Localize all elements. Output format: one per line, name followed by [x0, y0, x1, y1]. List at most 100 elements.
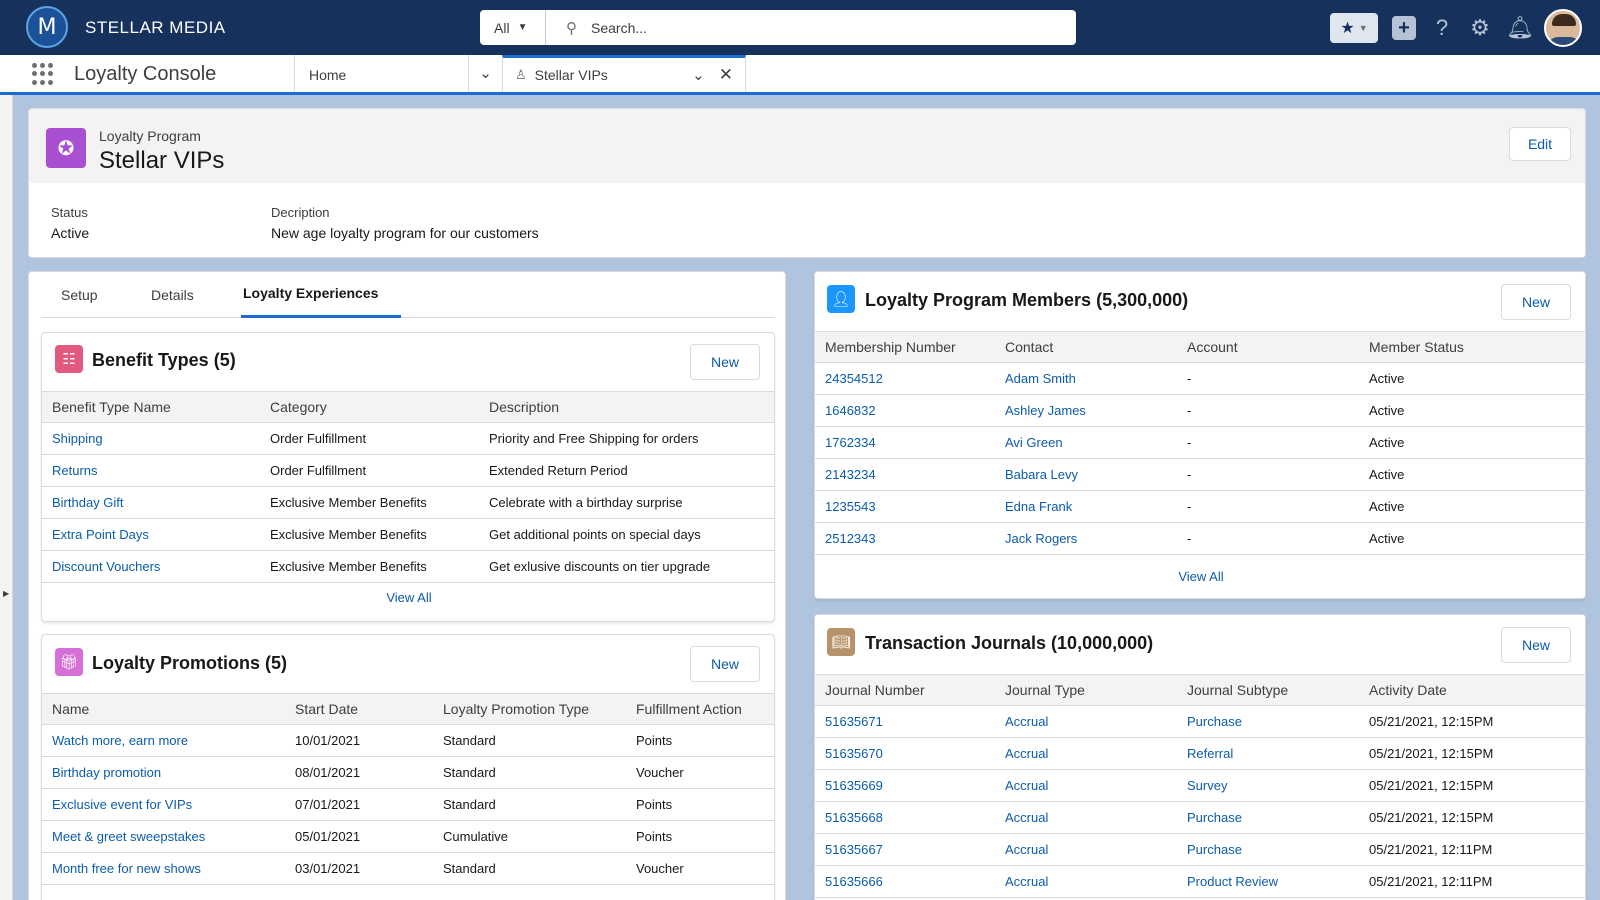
account-cell: - [1177, 426, 1359, 459]
contact-link[interactable]: Adam Smith [995, 362, 1177, 395]
close-icon[interactable]: ✕ [719, 65, 733, 85]
journal-number-link[interactable]: 51635669 [815, 769, 995, 802]
column-header[interactable]: Fulfillment Action [626, 693, 774, 725]
column-header[interactable]: Membership Number [815, 331, 995, 363]
journal-number-link[interactable]: 51635666 [815, 865, 995, 898]
journal-number-link[interactable]: 51635667 [815, 833, 995, 866]
membership-number-link[interactable]: 2143234 [815, 458, 995, 491]
view-all-link[interactable]: View All [42, 590, 774, 605]
contact-link[interactable]: Babara Levy [995, 458, 1177, 491]
stellar-media-logo[interactable]: M [26, 6, 68, 48]
benefit-type-link[interactable]: Birthday Gift [42, 486, 260, 519]
journal-type-link[interactable]: Accrual [995, 769, 1177, 802]
membership-number-link[interactable]: 1235543 [815, 490, 995, 523]
column-header[interactable]: Description [479, 391, 774, 423]
column-header[interactable]: Benefit Type Name [42, 391, 260, 423]
global-header: M STELLAR MEDIA All ▼ ⚲ ★ ▼ + ? ⚙ 🔔︎ [0, 0, 1600, 55]
question-icon[interactable]: ? [1430, 15, 1454, 41]
promotion-link[interactable]: Exclusive event for VIPs [42, 788, 285, 821]
favorites-button[interactable]: ★ ▼ [1330, 13, 1378, 43]
column-header[interactable]: Activity Date [1359, 674, 1585, 706]
membership-number-link[interactable]: 2512343 [815, 522, 995, 555]
console-nav-bar: Loyalty Console Home ⌄ ♙ Stellar VIPs ⌄ … [0, 55, 1600, 95]
member-status-cell: Active [1359, 522, 1585, 555]
promotion-link[interactable]: Birthday promotion [42, 756, 285, 789]
gear-icon[interactable]: ⚙ [1468, 15, 1492, 41]
contact-link[interactable]: Avi Green [995, 426, 1177, 459]
loyalty-program-icon: ✪ [46, 128, 86, 168]
membership-number-link[interactable]: 1762334 [815, 426, 995, 459]
search-input[interactable] [591, 19, 1051, 36]
promotion-link[interactable]: Watch more, earn more [42, 724, 285, 757]
tab-loyalty-experiences[interactable]: Loyalty Experiences [243, 285, 378, 301]
journals-title: Transaction Journals (10,000,000) [865, 633, 1154, 653]
search-scope-dropdown[interactable]: All ▼ [480, 10, 546, 45]
promotion-type-cell: Standard [433, 724, 626, 757]
journal-subtype-link[interactable]: Survey [1177, 769, 1359, 802]
start-date-cell: 05/01/2021 [285, 820, 433, 853]
contact-link[interactable]: Ashley James [995, 394, 1177, 427]
activity-date-cell: 05/21/2021, 12:11PM [1359, 833, 1585, 866]
tab-details[interactable]: Details [151, 287, 194, 303]
tab-setup[interactable]: Setup [61, 287, 98, 303]
promotion-link[interactable]: Meet & greet sweepstakes [42, 820, 285, 853]
new-promotion-button[interactable]: New [690, 646, 760, 682]
membership-number-link[interactable]: 24354512 [815, 362, 995, 395]
loyalty-promotions-card: 🎁︎ Loyalty Promotions (5) New Name Start… [41, 634, 775, 900]
benefit-type-link[interactable]: Extra Point Days [42, 518, 260, 551]
table-row: Exclusive event for VIPs 07/01/2021 Standa… [42, 788, 774, 821]
contact-link[interactable]: Jack Rogers [995, 522, 1177, 555]
members-table: Membership Number Contact Account Member… [815, 331, 1585, 555]
plus-icon[interactable]: + [1392, 16, 1416, 40]
description-cell: Extended Return Period [479, 454, 774, 487]
bell-icon[interactable]: 🔔︎ [1506, 15, 1534, 41]
journal-type-link[interactable]: Accrual [995, 865, 1177, 898]
column-header[interactable]: Member Status [1359, 331, 1585, 363]
account-cell: - [1177, 490, 1359, 523]
journal-number-link[interactable]: 51635671 [815, 705, 995, 738]
search-icon: ⚲ [566, 19, 577, 37]
promotion-link[interactable]: Month free for new shows [42, 852, 285, 885]
chevron-down-icon[interactable]: ⌄ [468, 55, 502, 92]
journal-subtype-link[interactable]: Purchase [1177, 833, 1359, 866]
journal-type-link[interactable]: Accrual [995, 833, 1177, 866]
edit-button[interactable]: Edit [1509, 127, 1571, 161]
category-cell: Exclusive Member Benefits [260, 518, 479, 551]
column-header[interactable]: Account [1177, 331, 1359, 363]
membership-number-link[interactable]: 1646832 [815, 394, 995, 427]
new-member-button[interactable]: New [1501, 284, 1571, 320]
benefit-type-link[interactable]: Discount Vouchers [42, 550, 260, 583]
column-header[interactable]: Name [42, 693, 285, 725]
benefit-type-link[interactable]: Shipping [42, 422, 260, 455]
column-header[interactable]: Journal Type [995, 674, 1177, 706]
benefit-type-link[interactable]: Returns [42, 454, 260, 487]
journal-subtype-link[interactable]: Referral [1177, 737, 1359, 770]
utility-panel-toggle[interactable]: ▶ [0, 95, 13, 900]
new-journal-button[interactable]: New [1501, 627, 1571, 663]
journal-number-link[interactable]: 51635670 [815, 737, 995, 770]
column-header[interactable]: Journal Number [815, 674, 995, 706]
app-launcher-icon[interactable] [32, 63, 54, 85]
view-all-link[interactable]: View All [815, 569, 1585, 584]
journal-number-link[interactable]: 51635668 [815, 801, 995, 834]
start-date-cell: 10/01/2021 [285, 724, 433, 757]
column-header[interactable]: Journal Subtype [1177, 674, 1359, 706]
chevron-down-icon[interactable]: ⌄ [692, 66, 705, 84]
journal-subtype-link[interactable]: Purchase [1177, 801, 1359, 834]
column-header[interactable]: Category [260, 391, 479, 423]
new-benefit-type-button[interactable]: New [690, 344, 760, 380]
loyalty-promotions-title: Loyalty Promotions (5) [92, 653, 288, 673]
journal-subtype-link[interactable]: Product Review [1177, 865, 1359, 898]
journal-type-link[interactable]: Accrual [995, 801, 1177, 834]
journal-subtype-link[interactable]: Purchase [1177, 705, 1359, 738]
column-header[interactable]: Start Date [285, 693, 433, 725]
journal-type-link[interactable]: Accrual [995, 737, 1177, 770]
record-fields: Status Active Decription New age loyalty… [29, 183, 1585, 257]
tab-stellar-vips[interactable]: ♙ Stellar VIPs ⌄ ✕ [502, 55, 746, 92]
tab-home[interactable]: Home [294, 55, 468, 92]
column-header[interactable]: Contact [995, 331, 1177, 363]
journal-type-link[interactable]: Accrual [995, 705, 1177, 738]
contact-link[interactable]: Edna Frank [995, 490, 1177, 523]
column-header[interactable]: Loyalty Promotion Type [433, 693, 626, 725]
avatar[interactable] [1544, 9, 1582, 47]
